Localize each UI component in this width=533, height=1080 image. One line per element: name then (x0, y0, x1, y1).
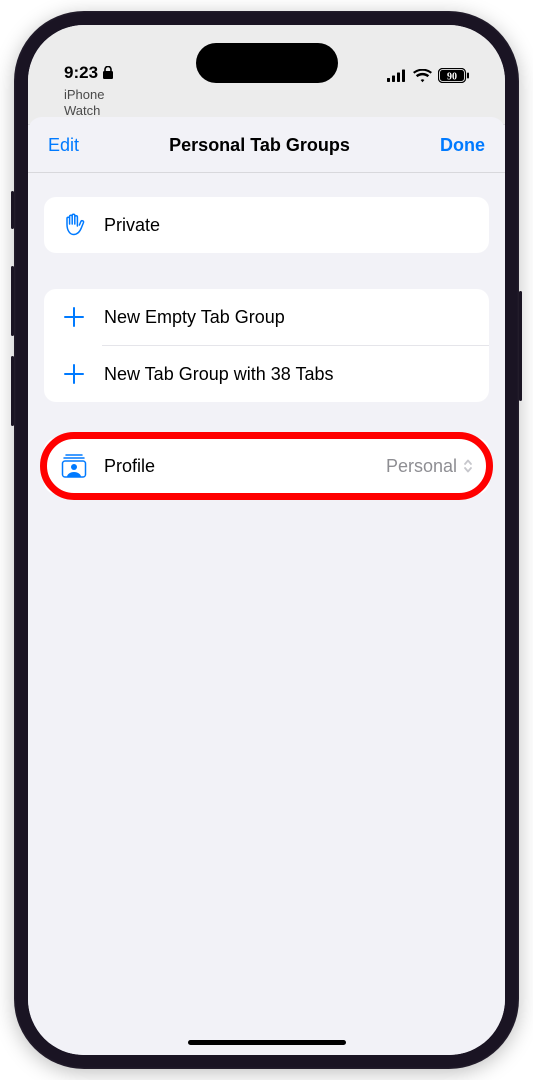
profile-icon (60, 452, 88, 480)
backdrop-text-1: iPhone (64, 87, 469, 103)
dynamic-island (196, 43, 338, 83)
sheet-header: Edit Personal Tab Groups Done (28, 117, 505, 172)
profile-value-container: Personal (386, 456, 473, 477)
side-button (11, 191, 14, 229)
iphone-frame: 9:23 90 iPhone Watch (14, 11, 519, 1069)
done-button[interactable]: Done (440, 135, 485, 156)
plus-icon (60, 360, 88, 388)
sheet-title: Personal Tab Groups (169, 135, 350, 156)
private-label: Private (104, 215, 160, 236)
edit-button[interactable]: Edit (48, 135, 79, 156)
battery-icon: 90 (438, 68, 469, 83)
new-with-tabs-label: New Tab Group with 38 Tabs (104, 364, 333, 385)
new-empty-group-row[interactable]: New Empty Tab Group (44, 289, 489, 345)
profile-row[interactable]: Profile Personal (44, 438, 489, 494)
wifi-icon (413, 69, 432, 83)
profile-card: Profile Personal (44, 438, 489, 494)
tab-groups-sheet: Edit Personal Tab Groups Done Private (28, 117, 505, 1055)
profile-label: Profile (104, 456, 155, 477)
power-button (519, 291, 522, 401)
plus-icon (60, 303, 88, 331)
status-time: 9:23 (64, 63, 98, 83)
hand-icon (60, 211, 88, 239)
volume-down-button (11, 356, 14, 426)
svg-text:90: 90 (447, 71, 457, 82)
home-indicator[interactable] (188, 1040, 346, 1045)
lock-icon (102, 66, 114, 80)
private-row[interactable]: Private (44, 197, 489, 253)
profile-value: Personal (386, 456, 457, 477)
screen: 9:23 90 iPhone Watch (28, 25, 505, 1055)
cellular-icon (387, 69, 407, 82)
new-groups-card: New Empty Tab Group New Tab Group with 3… (44, 289, 489, 402)
private-group-card: Private (44, 197, 489, 253)
new-empty-label: New Empty Tab Group (104, 307, 285, 328)
chevron-up-down-icon (463, 458, 473, 474)
new-group-with-tabs-row[interactable]: New Tab Group with 38 Tabs (44, 346, 489, 402)
volume-up-button (11, 266, 14, 336)
